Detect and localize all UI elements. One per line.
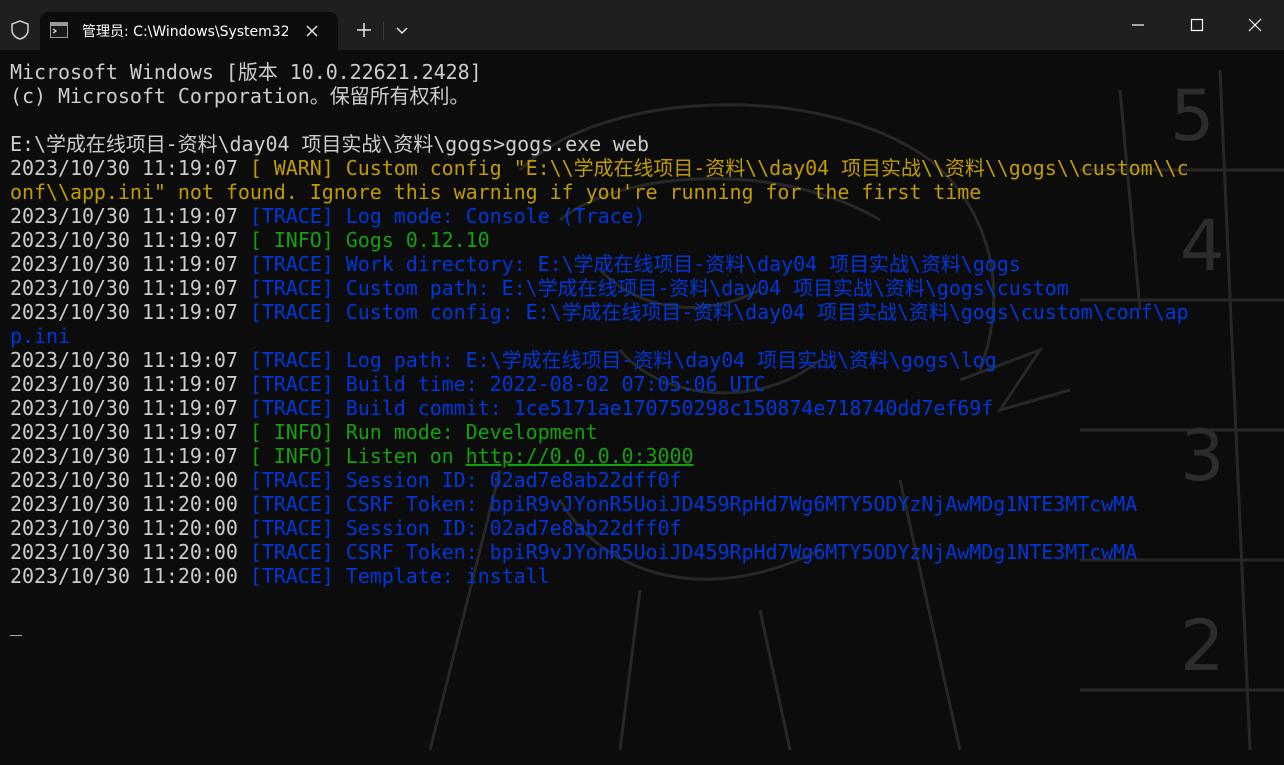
log-line: 2023/10/30 11:19:07 [TRACE] Work directo… bbox=[10, 252, 1274, 276]
log-line: 2023/10/30 11:19:07 [ WARN] Custom confi… bbox=[10, 156, 1274, 180]
log-line: 2023/10/30 11:19:07 [ INFO] Run mode: De… bbox=[10, 420, 1274, 444]
log-line: 2023/10/30 11:19:07 [TRACE] Log mode: Co… bbox=[10, 204, 1274, 228]
log-message-trace: [TRACE] Custom config: E:\学成在线项目-资料\day0… bbox=[249, 300, 1189, 324]
log-line: 2023/10/30 11:20:00 [TRACE] Session ID: … bbox=[10, 516, 1274, 540]
log-line: 2023/10/30 11:20:00 [TRACE] CSRF Token: … bbox=[10, 540, 1274, 564]
command-line: E:\学成在线项目-资料\day04 项目实战\资料\gogs>gogs.exe… bbox=[10, 132, 650, 156]
log-line: 2023/10/30 11:19:07 [TRACE] Build commit… bbox=[10, 396, 1274, 420]
log-message-trace: [TRACE] Work directory: E:\学成在线项目-资料\day… bbox=[249, 252, 1021, 276]
log-timestamp: 2023/10/30 11:19:07 bbox=[10, 276, 250, 300]
log-message-trace: [TRACE] Build time: 2022-08-02 07:05:06 … bbox=[249, 372, 766, 396]
close-icon[interactable] bbox=[302, 21, 322, 41]
log-message-info: [ INFO] Gogs 0.12.10 bbox=[249, 228, 490, 252]
log-message-trace: [TRACE] Session ID: 02ad7e8ab22dff0f bbox=[249, 516, 682, 540]
log-line: 2023/10/30 11:19:07 [TRACE] Build time: … bbox=[10, 372, 1274, 396]
log-line: 2023/10/30 11:19:07 [TRACE] Custom path:… bbox=[10, 276, 1274, 300]
log-line-wrap: p.ini bbox=[10, 324, 70, 348]
log-line: 2023/10/30 11:20:00 [TRACE] Session ID: … bbox=[10, 468, 1274, 492]
log-timestamp: 2023/10/30 11:19:07 bbox=[10, 348, 250, 372]
log-timestamp: 2023/10/30 11:19:07 bbox=[10, 252, 250, 276]
minimize-icon[interactable] bbox=[1115, 8, 1161, 42]
log-message-trace: [TRACE] Log mode: Console (Trace) bbox=[249, 204, 646, 228]
log-line: 2023/10/30 11:19:07 [ INFO] Listen on ht… bbox=[10, 444, 1274, 468]
chevron-down-icon[interactable] bbox=[388, 16, 416, 44]
log-message-trace: [TRACE] Build commit: 1ce5171ae170750298… bbox=[249, 396, 994, 420]
terminal-window: 5 4 3 2 管理员: C:\Windows\System32\cmd.exe bbox=[0, 0, 1284, 765]
log-message-trace: [TRACE] CSRF Token: bpiR9vJYonR5UoiJD459… bbox=[249, 492, 1138, 516]
console-output[interactable]: Microsoft Windows [版本 10.0.22621.2428] (… bbox=[10, 60, 1274, 760]
log-message-warn: [ WARN] Custom config "E:\\学成在线项目-资料\\da… bbox=[249, 156, 1189, 180]
title-bar: 管理员: C:\Windows\System32\cmd.exe bbox=[0, 0, 1284, 50]
log-line: 2023/10/30 11:20:00 [TRACE] Template: in… bbox=[10, 564, 1274, 588]
log-timestamp: 2023/10/30 11:19:07 bbox=[10, 228, 250, 252]
log-timestamp: 2023/10/30 11:20:00 bbox=[10, 492, 250, 516]
plus-icon[interactable] bbox=[350, 16, 378, 44]
terminal-icon bbox=[50, 22, 68, 38]
log-timestamp: 2023/10/30 11:20:00 bbox=[10, 540, 250, 564]
window-close-icon[interactable] bbox=[1232, 8, 1278, 42]
log-timestamp: 2023/10/30 11:19:07 bbox=[10, 300, 250, 324]
log-message-trace: [TRACE] Custom path: E:\学成在线项目-资料\day04 … bbox=[249, 276, 1069, 300]
text-cursor: _ bbox=[10, 612, 22, 636]
log-line: 2023/10/30 11:19:07 [TRACE] Log path: E:… bbox=[10, 348, 1274, 372]
log-line: 2023/10/30 11:20:00 [TRACE] CSRF Token: … bbox=[10, 492, 1274, 516]
header-line: Microsoft Windows [版本 10.0.22621.2428] bbox=[10, 60, 482, 84]
log-timestamp: 2023/10/30 11:19:07 bbox=[10, 444, 250, 468]
log-timestamp: 2023/10/30 11:20:00 bbox=[10, 564, 250, 588]
log-timestamp: 2023/10/30 11:19:07 bbox=[10, 420, 250, 444]
log-timestamp: 2023/10/30 11:20:00 bbox=[10, 516, 250, 540]
log-message-trace: [TRACE] Session ID: 02ad7e8ab22dff0f bbox=[249, 468, 682, 492]
log-line-wrap: onf\\app.ini" not found. Ignore this war… bbox=[10, 180, 982, 204]
log-timestamp: 2023/10/30 11:19:07 bbox=[10, 156, 250, 180]
log-message-trace: [TRACE] CSRF Token: bpiR9vJYonR5UoiJD459… bbox=[249, 540, 1138, 564]
maximize-icon[interactable] bbox=[1174, 8, 1220, 42]
tab-separator bbox=[383, 22, 384, 40]
log-message-trace: [TRACE] Log path: E:\学成在线项目-资料\day04 项目实… bbox=[249, 348, 997, 372]
log-message-info: [ INFO] Listen on bbox=[249, 444, 466, 468]
listen-url-link[interactable]: http://0.0.0.0:3000 bbox=[466, 444, 694, 468]
log-message-trace: [TRACE] Template: install bbox=[249, 564, 550, 588]
log-line: 2023/10/30 11:19:07 [TRACE] Custom confi… bbox=[10, 300, 1274, 324]
log-timestamp: 2023/10/30 11:19:07 bbox=[10, 396, 250, 420]
log-timestamp: 2023/10/30 11:19:07 bbox=[10, 204, 250, 228]
log-line: 2023/10/30 11:19:07 [ INFO] Gogs 0.12.10 bbox=[10, 228, 1274, 252]
log-message-info: [ INFO] Run mode: Development bbox=[249, 420, 598, 444]
log-timestamp: 2023/10/30 11:19:07 bbox=[10, 372, 250, 396]
log-timestamp: 2023/10/30 11:20:00 bbox=[10, 468, 250, 492]
tab-cmd[interactable]: 管理员: C:\Windows\System32\cmd.exe bbox=[40, 12, 338, 50]
header-line: (c) Microsoft Corporation。保留所有权利。 bbox=[10, 84, 470, 108]
tab-title: 管理员: C:\Windows\System32\cmd.exe bbox=[82, 24, 288, 40]
shield-icon bbox=[11, 20, 29, 40]
